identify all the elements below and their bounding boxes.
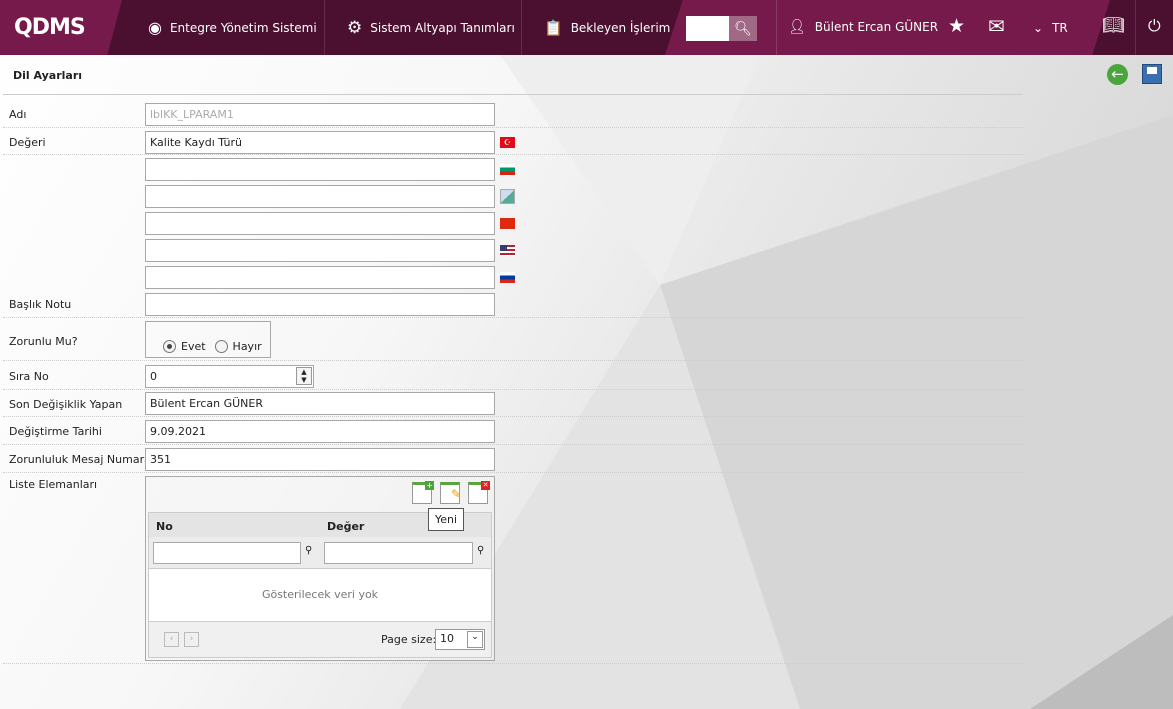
- chevron-down-icon[interactable]: ⌄: [467, 631, 483, 648]
- logo-text: QDMS: [14, 15, 86, 40]
- russia-flag-icon: [500, 272, 515, 283]
- nav-label: Bekleyen İşlerim: [570, 20, 671, 35]
- qdms-logo[interactable]: QDMS: [0, 0, 122, 55]
- gear-icon: ⚙: [347, 17, 363, 38]
- hayir-radio[interactable]: [214, 339, 228, 353]
- degeri-lang3-input[interactable]: [145, 185, 495, 208]
- save-button[interactable]: [1142, 64, 1162, 84]
- search-input[interactable]: [686, 16, 729, 41]
- evet-radio[interactable]: [163, 339, 176, 353]
- nav-bekleyen[interactable]: 📋 Bekleyen İşlerim: [522, 0, 672, 55]
- next-page-button[interactable]: ›: [184, 632, 199, 647]
- tarih-input[interactable]: 9.09.2021: [145, 420, 495, 443]
- filter-no-input[interactable]: [153, 542, 301, 564]
- divider: [776, 0, 777, 55]
- search-button[interactable]: 🔍︎: [729, 16, 757, 41]
- filter-icon[interactable]: ⚲: [305, 545, 312, 556]
- liste-grid: + ✎ ✕ No Değer ⚲ ⚲ Gösterilecek veri yok…: [145, 476, 495, 661]
- son-input[interactable]: Bülent Ercan GÜNER: [145, 392, 495, 415]
- degeri-en-input[interactable]: [145, 239, 495, 262]
- bulgaria-flag-icon: [500, 164, 515, 175]
- nav-entegre[interactable]: ◉ Entegre Yönetim Sistemi: [122, 0, 325, 55]
- page-size-label: Page size:: [381, 633, 437, 646]
- baslik-label: Başlık Notu: [9, 298, 72, 311]
- degeri-ru-input[interactable]: [145, 266, 495, 289]
- user-name: Bülent Ercan GÜNER: [814, 20, 939, 34]
- evet-label[interactable]: Evet: [181, 340, 206, 353]
- user-menu[interactable]: 👤︎ Bülent Ercan GÜNER: [788, 19, 938, 35]
- language-selector[interactable]: ⌄ TR: [1033, 21, 1068, 35]
- divider: [1135, 0, 1136, 55]
- arrow-left-icon: ←: [1111, 65, 1124, 83]
- page-title: Dil Ayarları: [13, 69, 83, 82]
- spin-up-icon[interactable]: ▲: [297, 368, 311, 376]
- hayir-label[interactable]: Hayır: [233, 340, 262, 353]
- page-size-select[interactable]: 10 ⌄: [435, 629, 485, 650]
- nav-label: Entegre Yönetim Sistemi: [169, 20, 317, 35]
- filter-icon[interactable]: ⚲: [477, 545, 484, 556]
- adi-input[interactable]: lblKK_LPARAM1: [145, 103, 495, 126]
- spin-down-icon[interactable]: ▼: [297, 376, 311, 384]
- manual-book-icon[interactable]: 📖︎: [1102, 15, 1125, 36]
- sira-input[interactable]: 0: [145, 365, 314, 388]
- zorunlu-radio-group: Evet Hayır: [145, 321, 271, 358]
- chevron-down-icon: ⌄: [1033, 21, 1044, 35]
- column-header-deger[interactable]: Değer: [327, 520, 364, 533]
- user-icon: 👤︎: [788, 19, 806, 35]
- q-icon: ◉: [148, 18, 162, 37]
- grid-table: No Değer ⚲ ⚲ Gösterilecek veri yok ‹ › P…: [148, 512, 492, 658]
- degeri-label: Değeri: [9, 136, 46, 149]
- nav-label: Sistem Altyapı Tanımları: [370, 20, 515, 35]
- mesaj-label: Zorunluluk Mesaj Numarası: [9, 453, 160, 466]
- top-navbar: QDMS ◉ Entegre Yönetim Sistemi ⚙ Sistem Al…: [0, 0, 1173, 55]
- back-button[interactable]: ←: [1107, 64, 1128, 85]
- mesaj-input[interactable]: 351: [145, 448, 495, 471]
- empty-message: Gösterilecek veri yok: [261, 588, 379, 601]
- star-icon[interactable]: ★: [948, 15, 965, 37]
- prev-page-button[interactable]: ‹: [164, 632, 179, 647]
- language-label: TR: [1052, 21, 1068, 35]
- adi-label: Adı: [9, 108, 27, 121]
- usa-flag-icon: [500, 245, 515, 256]
- edit-row-icon[interactable]: ✎: [440, 482, 461, 504]
- column-header-no[interactable]: No: [156, 520, 173, 533]
- clipboard-icon: 📋: [544, 18, 563, 37]
- tarih-label: Değiştirme Tarihi: [9, 425, 102, 438]
- zorunlu-label: Zorunlu Mu?: [9, 335, 78, 348]
- divider: [3, 94, 1023, 95]
- degeri-tr-input[interactable]: Kalite Kaydı Türü: [145, 131, 495, 154]
- mail-icon[interactable]: ✉: [988, 14, 1005, 38]
- nav-sistem[interactable]: ⚙ Sistem Altyapı Tanımları: [325, 0, 522, 55]
- floppy-disk-icon: [1147, 67, 1157, 74]
- turkey-flag-icon: ☪: [500, 137, 515, 148]
- power-icon[interactable]: ⏻: [1148, 16, 1161, 36]
- broken-image-icon: [500, 189, 515, 204]
- sira-spinner[interactable]: ▲ ▼: [296, 367, 312, 385]
- liste-label: Liste Elemanları: [9, 478, 98, 491]
- baslik-input[interactable]: [145, 293, 495, 316]
- son-label: Son Değişiklik Yapan: [9, 398, 123, 411]
- delete-row-icon[interactable]: ✕: [468, 481, 490, 504]
- page-size-value: 10: [440, 632, 454, 645]
- degeri-bg-input[interactable]: [145, 158, 495, 181]
- filter-deger-input[interactable]: [324, 542, 473, 564]
- tooltip-yeni: Yeni: [428, 508, 465, 531]
- degeri-zh-input[interactable]: [145, 212, 495, 235]
- china-flag-icon: [500, 218, 515, 229]
- add-row-icon[interactable]: +: [412, 481, 434, 504]
- search-icon: 🔍︎: [734, 20, 752, 37]
- sira-label: Sıra No: [9, 370, 49, 383]
